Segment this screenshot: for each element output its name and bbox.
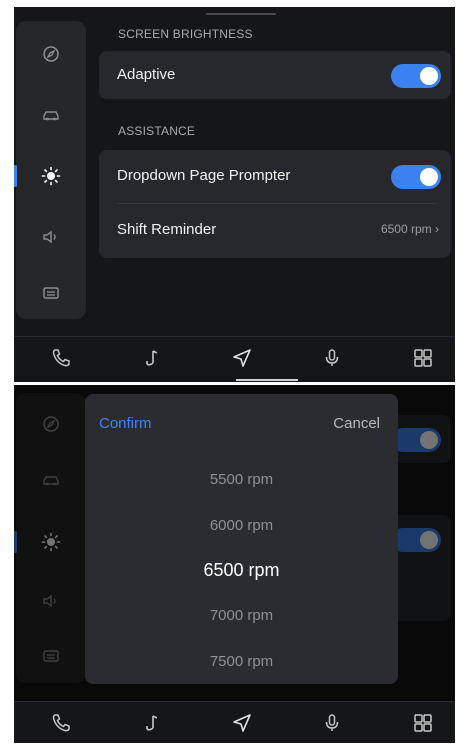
nav-music[interactable] — [141, 347, 165, 371]
rail-item-compass[interactable] — [16, 34, 86, 74]
music-icon — [146, 350, 158, 366]
cancel-button[interactable]: Cancel — [333, 415, 380, 432]
nav-voice[interactable] — [321, 347, 345, 371]
prompter-row[interactable]: Dropdown Page Prompter — [99, 152, 451, 200]
nav-apps[interactable] — [412, 347, 436, 371]
navigation-icon — [233, 714, 251, 732]
microphone-icon — [325, 349, 339, 366]
drag-handle[interactable] — [206, 13, 276, 15]
compass-icon — [43, 46, 59, 62]
toggle-knob — [420, 168, 438, 186]
rpm-picker-dialog: Confirm Cancel 5500 rpm 6000 rpm 6500 rp… — [85, 394, 398, 684]
nav-voice[interactable] — [321, 712, 345, 736]
rail-item-vehicle[interactable] — [16, 94, 86, 134]
picker-option[interactable]: 7000 rpm — [85, 607, 398, 624]
row-divider — [117, 203, 437, 204]
nav-active-underline — [236, 379, 298, 381]
brightness-card: Adaptive — [99, 51, 451, 99]
section-label-brightness: SCREEN BRIGHTNESS — [118, 27, 253, 41]
bottom-nav-bar — [14, 336, 455, 382]
assistance-card: Dropdown Page Prompter Shift Reminder 65… — [99, 150, 451, 258]
picker-option-selected[interactable]: 6500 rpm — [85, 560, 398, 581]
adaptive-row[interactable]: Adaptive — [99, 51, 451, 99]
navigation-icon — [233, 349, 251, 367]
settings-screen: SCREEN BRIGHTNESS Adaptive ASSISTANCE Dr… — [14, 7, 455, 382]
settings-screen-with-picker: Confirm Cancel 5500 rpm 6000 rpm 6500 rp… — [14, 385, 455, 743]
car-icon — [43, 111, 59, 121]
section-label-assistance: ASSISTANCE — [118, 124, 196, 138]
nav-navigation[interactable] — [231, 347, 255, 371]
apps-grid-icon — [414, 349, 432, 367]
picker-option[interactable]: 5500 rpm — [85, 471, 398, 488]
adaptive-label: Adaptive — [117, 66, 176, 83]
chevron-right-icon: › — [435, 222, 439, 236]
picker-option[interactable]: 7500 rpm — [85, 653, 398, 670]
shift-reminder-value: 6500 rpm › — [380, 222, 439, 236]
nav-navigation[interactable] — [231, 712, 255, 736]
prompter-label: Dropdown Page Prompter — [117, 167, 291, 184]
rail-item-sound[interactable] — [16, 217, 86, 257]
phone-icon — [52, 349, 70, 367]
prompter-toggle[interactable] — [391, 165, 441, 189]
rail-item-display[interactable] — [16, 156, 86, 196]
rail-item-keyboard[interactable] — [16, 273, 86, 313]
keyboard-icon — [43, 287, 59, 299]
brightness-icon — [41, 166, 61, 186]
nav-phone[interactable] — [50, 712, 74, 736]
music-icon — [146, 715, 158, 731]
shift-reminder-label: Shift Reminder — [117, 221, 217, 238]
bottom-nav-bar — [14, 701, 455, 743]
toggle-knob — [420, 67, 438, 85]
nav-phone[interactable] — [50, 347, 74, 371]
phone-icon — [52, 714, 70, 732]
speaker-icon — [43, 230, 56, 244]
nav-apps[interactable] — [412, 712, 436, 736]
adaptive-toggle[interactable] — [391, 64, 441, 88]
settings-side-rail — [14, 21, 86, 319]
microphone-icon — [325, 714, 339, 731]
shift-reminder-row[interactable]: Shift Reminder 6500 rpm › — [99, 206, 451, 254]
nav-music[interactable] — [141, 712, 165, 736]
apps-grid-icon — [414, 714, 432, 732]
confirm-button[interactable]: Confirm — [99, 415, 152, 432]
picker-option[interactable]: 6000 rpm — [85, 517, 398, 534]
